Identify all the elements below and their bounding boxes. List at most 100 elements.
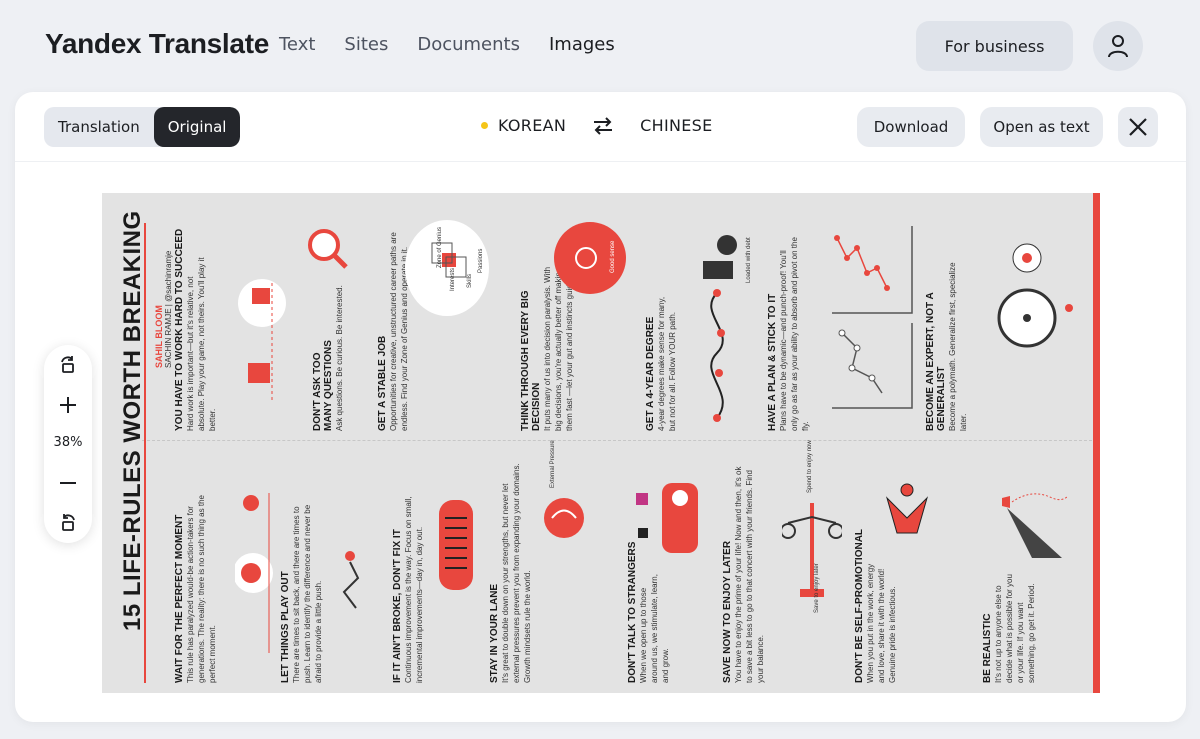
polymath-illustration bbox=[997, 243, 1073, 348]
rule-card: IF IT AIN'T BROKE, DON'T FIX IT Continuo… bbox=[392, 483, 425, 683]
magnifier-illustration bbox=[308, 229, 348, 269]
work-hard-illustration bbox=[238, 279, 286, 403]
rule-card: STAY IN YOUR LANE It's great to double d… bbox=[489, 453, 533, 683]
rule-title: IF IT AIN'T BROKE, DON'T FIX IT bbox=[392, 529, 403, 683]
rotate-icon bbox=[61, 356, 74, 373]
nav-sites[interactable]: Sites bbox=[344, 34, 388, 55]
target-language[interactable]: CHINESE bbox=[640, 116, 712, 135]
plus-icon bbox=[60, 397, 76, 413]
good-sense-illustration bbox=[554, 222, 626, 294]
rule-card: HAVE A PLAN & STICK TO IT Plans have to … bbox=[767, 231, 811, 431]
fit-screen-icon bbox=[62, 514, 75, 531]
rule-title: WAIT FOR THE PERFECT MOMENT bbox=[174, 514, 185, 683]
rule-card: YOU HAVE TO WORK HARD TO SUCCEED Hard wo… bbox=[174, 228, 218, 431]
rule-title: GET A 4-YEAR DEGREE bbox=[645, 316, 656, 431]
celebrate-illustration bbox=[885, 483, 929, 534]
rule-card: DON'T ASK TOO MANY QUESTIONS Ask questio… bbox=[312, 281, 345, 431]
translation-tab[interactable]: Translation bbox=[44, 107, 154, 147]
rule-card: BECOME AN EXPERT, NOT A GENERALIST Becom… bbox=[925, 251, 969, 431]
divider-line bbox=[142, 440, 1092, 441]
rotate-button[interactable] bbox=[56, 353, 80, 377]
author-block: SAHIL BLOOM SACHIN RAMJE | @sachinramje bbox=[154, 218, 173, 368]
accent-bar bbox=[1093, 193, 1100, 693]
balance-scale-illustration bbox=[782, 503, 842, 597]
plan-chart-illustration bbox=[832, 226, 913, 409]
for-business-button[interactable]: For business bbox=[916, 21, 1073, 71]
rule-body: When we open up to those around us, we s… bbox=[639, 574, 670, 683]
strangers-illustration bbox=[636, 483, 698, 553]
perfect-moment-illustration bbox=[235, 493, 273, 653]
rule-body: It's great to double down on your streng… bbox=[501, 463, 532, 683]
good-sense-label: Good sense bbox=[610, 240, 616, 273]
original-tab[interactable]: Original bbox=[153, 107, 241, 147]
debt-label: Loaded with debt bbox=[746, 237, 752, 283]
rule-body: It's not up to anyone else to decide wha… bbox=[994, 574, 1036, 683]
zoom-panel: 38% bbox=[44, 345, 92, 543]
nav-images[interactable]: Images bbox=[549, 34, 615, 55]
mountain-illustration bbox=[1002, 493, 1069, 558]
zoom-level: 38% bbox=[53, 435, 83, 450]
venn-label-interests: Interests bbox=[450, 267, 456, 291]
rule-card: LET THINGS PLAY OUT There are times to s… bbox=[280, 483, 324, 683]
push-illustration bbox=[342, 551, 360, 609]
rule-body: You have to enjoy the prime of your life… bbox=[734, 466, 765, 683]
brain-illustration bbox=[544, 498, 584, 538]
improvement-illustration bbox=[439, 500, 473, 590]
author-handle: SACHIN RAMJE | @sachinramje bbox=[164, 250, 173, 368]
rule-title: GET A STABLE JOB bbox=[377, 335, 388, 431]
swap-languages-button[interactable] bbox=[592, 116, 614, 135]
infographic-title: 15 LIFE-RULES WORTH BREAKING bbox=[119, 210, 146, 631]
rule-body: Continuous improvement is the way. Focus… bbox=[404, 496, 424, 683]
zoom-out-button[interactable] bbox=[56, 471, 80, 495]
view-mode-toggle: Translation Original bbox=[44, 107, 241, 147]
rule-title: YOU HAVE TO WORK HARD TO SUCCEED bbox=[174, 228, 185, 431]
rule-body: Hard work is important—but it's relative… bbox=[186, 257, 217, 431]
rule-body: 4-year degrees make sense for many, but … bbox=[657, 296, 677, 431]
title-rule bbox=[144, 223, 146, 683]
app-header: Yandex Translate Text Sites Documents Im… bbox=[0, 0, 1200, 92]
rule-body: There are times to sit back, and there a… bbox=[292, 504, 323, 683]
rule-title: THINK THROUGH EVERY BIG DECISION bbox=[520, 290, 542, 431]
reset-view-button[interactable] bbox=[56, 511, 80, 535]
rule-card: WAIT FOR THE PERFECT MOMENT This rule ha… bbox=[174, 463, 218, 683]
venn-label-passions: Passions bbox=[478, 248, 484, 273]
rule-body: Become a polymath. Generalize first, spe… bbox=[948, 262, 968, 431]
open-as-text-button[interactable]: Open as text bbox=[980, 107, 1103, 147]
rule-title: LET THINGS PLAY OUT bbox=[280, 571, 291, 683]
external-pressure-label: External Pressure bbox=[550, 440, 556, 488]
nav-text[interactable]: Text bbox=[279, 34, 315, 55]
rule-body: Plans have to be dynamic—and punch-proof… bbox=[779, 237, 810, 431]
rule-body: When you put in the work, energy and lov… bbox=[866, 563, 897, 683]
rule-body: Ask questions. Be curious. Be interested… bbox=[335, 285, 344, 431]
document-image: 15 LIFE-RULES WORTH BREAKING SAHIL BLOOM… bbox=[102, 193, 1100, 693]
download-button[interactable]: Download bbox=[857, 107, 965, 147]
rule-body: This rule has paralyzed would-be action-… bbox=[186, 495, 217, 683]
detected-language-dot bbox=[481, 122, 488, 129]
rule-title: HAVE A PLAN & STICK TO IT bbox=[767, 293, 778, 431]
swap-icon bbox=[594, 116, 613, 135]
infographic-title-block: 15 LIFE-RULES WORTH BREAKING bbox=[119, 210, 147, 631]
minus-icon bbox=[60, 482, 76, 484]
language-selector: KOREAN CHINESE bbox=[481, 116, 713, 135]
rule-card: SAVE NOW TO ENJOY LATER You have to enjo… bbox=[722, 453, 766, 683]
author-name: SAHIL BLOOM bbox=[154, 305, 164, 368]
source-language[interactable]: KOREAN bbox=[498, 116, 566, 135]
rule-title: DON'T BE SELF-PROMOTIONAL bbox=[854, 528, 865, 683]
venn-label-zone: Zone of Genius bbox=[437, 226, 443, 268]
user-icon bbox=[1108, 35, 1128, 58]
rule-title: DON'T ASK TOO MANY QUESTIONS bbox=[312, 340, 334, 431]
venn-label-skills: Skills bbox=[467, 273, 473, 288]
rule-title: SAVE NOW TO ENJOY LATER bbox=[722, 540, 733, 683]
spend-now-label: Spend to enjoy now bbox=[807, 440, 813, 493]
app-logo[interactable]: Yandex Translate bbox=[45, 28, 269, 60]
card-toolbar: Translation Original KOREAN CHINESE Down… bbox=[15, 92, 1186, 162]
rule-card: GET A 4-YEAR DEGREE 4-year degrees make … bbox=[645, 281, 678, 431]
main-nav: Text Sites Documents Images bbox=[279, 34, 644, 55]
save-later-label: Save to enjoy later bbox=[814, 563, 820, 613]
close-button[interactable] bbox=[1118, 107, 1158, 147]
rule-title: BECOME AN EXPERT, NOT A GENERALIST bbox=[925, 292, 947, 431]
nav-documents[interactable]: Documents bbox=[417, 34, 520, 55]
zoom-in-button[interactable] bbox=[56, 393, 80, 417]
user-avatar-button[interactable] bbox=[1093, 21, 1143, 71]
rule-title: STAY IN YOUR LANE bbox=[489, 583, 500, 683]
